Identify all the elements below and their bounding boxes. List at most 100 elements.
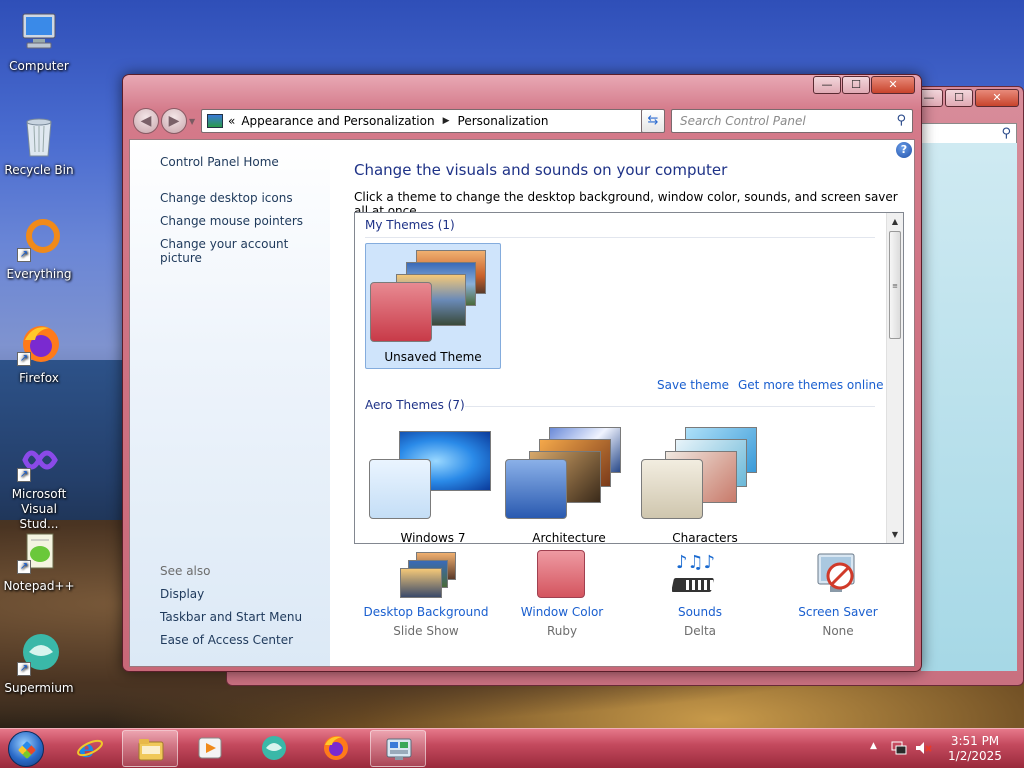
refresh-icon: ⇆ <box>647 113 659 128</box>
network-icon[interactable] <box>890 739 908 760</box>
shortcut-arrow-icon: ↗ <box>17 352 31 366</box>
background-window-content <box>921 143 1017 671</box>
window-color-swatch <box>537 550 585 598</box>
desktop-icon-label: Computer <box>9 59 69 73</box>
close-button[interactable]: ✕ <box>975 89 1019 107</box>
clock-time: 3:51 PM <box>950 734 1000 748</box>
windows-logo-icon <box>17 740 37 760</box>
desktop-icon-recycle-bin[interactable]: Recycle Bin <box>0 112 78 178</box>
ease-of-access-link[interactable]: Ease of Access Center <box>160 633 293 647</box>
notepad-plus-plus-icon: ↗ <box>15 528 63 576</box>
desktop-icon-visual-studio[interactable]: ↗ Microsoft Visual Stud... <box>0 436 78 532</box>
breadcrumb-personalization[interactable]: Personalization <box>458 114 549 128</box>
taskbar: e ▲ 3:51 PM 1/2/2025 <box>0 728 1024 768</box>
back-arrow-icon: ◀ <box>140 113 152 129</box>
display-link[interactable]: Display <box>160 587 204 601</box>
change-mouse-pointers-link[interactable]: Change mouse pointers <box>160 214 303 228</box>
theme-list-scrollbar[interactable]: ▲ ≡ ▼ <box>886 213 903 543</box>
background-search-field[interactable]: ⚲ <box>921 123 1017 145</box>
desktop-icon-everything[interactable]: ↗ Everything <box>0 216 78 282</box>
close-button[interactable]: ✕ <box>871 76 915 94</box>
desktop-background-setting[interactable]: Desktop Background Slide Show <box>356 550 496 638</box>
shortcut-arrow-icon: ↗ <box>17 248 31 262</box>
taskbar-supermium[interactable] <box>246 730 302 767</box>
internet-explorer-icon: e <box>77 734 103 762</box>
sounds-setting[interactable]: ♪♫♪ Sounds Delta <box>630 550 770 638</box>
control-panel-home-link[interactable]: Control Panel Home <box>160 155 279 169</box>
change-account-picture-link[interactable]: Change your account picture <box>160 237 330 265</box>
shortcut-arrow-icon: ↗ <box>17 468 31 482</box>
search-control-panel-input[interactable]: Search Control Panel ⚲ <box>671 109 913 133</box>
folder-icon <box>138 739 164 761</box>
taskbar-internet-explorer[interactable]: e <box>62 730 118 767</box>
my-themes-heading: My Themes (1) <box>365 218 455 232</box>
show-hidden-icons-button[interactable]: ▲ <box>870 741 877 751</box>
taskbar-firefox[interactable] <box>308 730 364 767</box>
refresh-button[interactable]: ⇆ <box>641 109 665 133</box>
aero-themes-heading: Aero Themes (7) <box>365 398 465 412</box>
theme-color-swatch <box>505 459 567 519</box>
address-bar[interactable]: « Appearance and Personalization ▶ Perso… <box>201 109 663 133</box>
volume-muted-icon[interactable] <box>914 739 932 760</box>
desktop-icon-computer[interactable]: Computer <box>0 8 78 74</box>
theme-unsaved[interactable]: Unsaved Theme <box>365 243 501 369</box>
start-button[interactable] <box>8 731 44 767</box>
screen-saver-setting[interactable]: Screen Saver None <box>768 550 908 638</box>
back-button[interactable]: ◀ <box>133 108 159 134</box>
window-color-setting[interactable]: Window Color Ruby <box>492 550 632 638</box>
svg-text:♪♫♪: ♪♫♪ <box>676 552 715 573</box>
theme-windows-7[interactable]: Windows 7 <box>365 423 501 544</box>
forward-button[interactable]: ▶ <box>161 108 187 134</box>
window-content: Control Panel Home Change desktop icons … <box>129 139 915 667</box>
window-controls: — ☐ ✕ <box>813 76 915 94</box>
scroll-down-arrow-icon[interactable]: ▼ <box>887 526 903 543</box>
breadcrumb-separator-icon[interactable]: ▶ <box>443 116 450 126</box>
sounds-icon: ♪♫♪ <box>671 550 728 600</box>
save-theme-link[interactable]: Save theme <box>657 378 729 392</box>
desktop-icon-label: Microsoft Visual Stud... <box>11 487 67 531</box>
shortcut-arrow-icon: ↗ <box>17 662 31 676</box>
minimize-button[interactable]: — <box>813 76 841 94</box>
left-navigation-pane: Control Panel Home Change desktop icons … <box>130 140 330 666</box>
breadcrumb-appearance[interactable]: Appearance and Personalization <box>241 114 434 128</box>
recent-pages-dropdown[interactable]: ▼ <box>189 117 195 126</box>
maximize-button[interactable]: ☐ <box>945 89 973 107</box>
setting-title: Window Color <box>520 605 604 619</box>
shortcut-arrow-icon: ↗ <box>17 560 31 574</box>
setting-value: Delta <box>683 624 716 638</box>
taskbar-file-explorer[interactable] <box>122 730 178 767</box>
desktop-icon-label: Notepad++ <box>3 579 75 593</box>
personalization-window[interactable]: — ☐ ✕ ◀ ▶ ▼ « Appearance and Personaliza… <box>122 74 922 672</box>
theme-list[interactable]: My Themes (1) Unsaved Theme Save theme G… <box>354 212 904 544</box>
taskbar-media-player[interactable] <box>182 730 238 767</box>
theme-label: Windows 7 <box>400 531 466 544</box>
desktop-icon-label: Supermium <box>4 681 74 695</box>
change-desktop-icons-link[interactable]: Change desktop icons <box>160 191 293 205</box>
screen-saver-icon <box>810 550 866 600</box>
taskbar-control-panel[interactable] <box>370 730 426 767</box>
desktop-icon-supermium[interactable]: ↗ Supermium <box>0 630 78 696</box>
wallpaper-icon-layer <box>400 568 442 598</box>
taskbar-start-menu-link[interactable]: Taskbar and Start Menu <box>160 610 302 624</box>
scrollbar-thumb[interactable]: ≡ <box>889 231 901 339</box>
computer-icon <box>15 8 63 56</box>
forward-arrow-icon: ▶ <box>168 113 180 129</box>
search-icon[interactable]: ⚲ <box>896 110 906 132</box>
desktop-icon-firefox[interactable]: ↗ Firefox <box>0 320 78 386</box>
get-more-themes-link[interactable]: Get more themes online <box>738 378 884 392</box>
wallpaper-icon <box>398 550 456 600</box>
help-icon[interactable]: ? <box>896 142 912 158</box>
setting-value: None <box>822 624 854 638</box>
desktop-icon-notepad-plus-plus[interactable]: ↗ Notepad++ <box>0 528 78 594</box>
desktop-icon-label: Firefox <box>19 371 59 385</box>
everything-icon: ↗ <box>15 216 63 264</box>
theme-characters[interactable]: Characters <box>637 423 773 543</box>
scroll-up-arrow-icon[interactable]: ▲ <box>887 213 903 230</box>
breadcrumb-overflow[interactable]: « <box>228 114 235 128</box>
theme-architecture[interactable]: Architecture <box>501 423 637 543</box>
maximize-button[interactable]: ☐ <box>842 76 870 94</box>
see-also-heading: See also <box>160 564 211 578</box>
system-clock[interactable]: 3:51 PM 1/2/2025 <box>944 734 1006 764</box>
media-player-icon <box>198 737 222 759</box>
supermium-icon <box>262 736 286 760</box>
